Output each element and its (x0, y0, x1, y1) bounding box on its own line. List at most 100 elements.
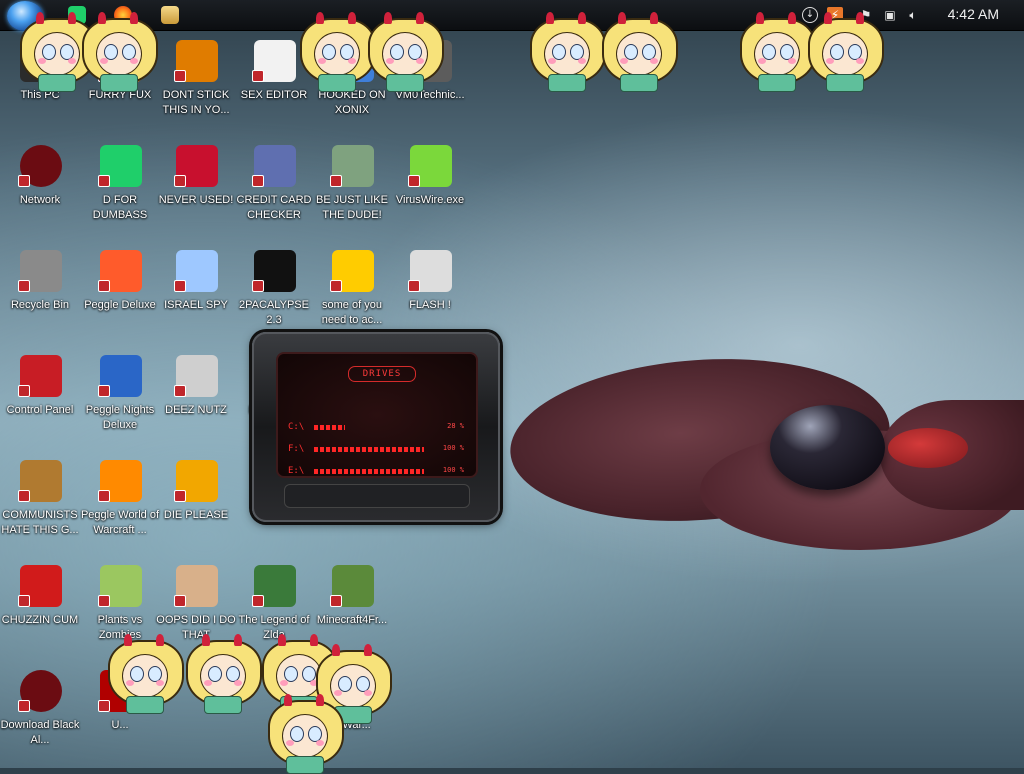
sticker-horn (156, 634, 164, 646)
file-explorer-icon[interactable] (161, 6, 179, 24)
sticker-dress (318, 74, 356, 92)
sticker-horn (98, 12, 106, 24)
sticker-cheek (334, 690, 342, 696)
sticker-horn (650, 12, 658, 24)
cartoon-sticker-icon (82, 12, 158, 92)
drive-letter: E:\ (288, 466, 305, 476)
desktop-icon[interactable]: VirusWire.exe (390, 145, 470, 245)
volume-icon[interactable]: 🔈︎ (905, 7, 921, 23)
shortcut-arrow-icon (330, 175, 342, 187)
desktop-icon[interactable]: DONT STICK THIS IN YO... (156, 40, 236, 140)
shortcut-arrow-icon (98, 385, 110, 397)
shortcut-arrow-icon (408, 280, 420, 292)
sticker-horn (310, 634, 318, 646)
sticker-cheek (788, 58, 796, 64)
desktop-icon-label: 2PACALYPSE 2.3 (239, 299, 309, 326)
cartoon-sticker-icon (740, 12, 816, 92)
sticker-cheek (156, 680, 164, 686)
sticker-cheek (318, 58, 326, 64)
desktop-icon-label: CHUZZIN CUM (1, 614, 79, 626)
desktop-icon-label: DEEZ NUTZ (165, 404, 227, 416)
sticker-cheek (286, 740, 294, 746)
desktop-icon[interactable]: CREDIT CARD CHECKER (234, 145, 314, 245)
shortcut-arrow-icon (18, 280, 30, 292)
shortcut-arrow-icon (18, 385, 30, 397)
sticker-cheek (386, 58, 394, 64)
sticker-horn (578, 12, 586, 24)
sticker-horn (546, 12, 554, 24)
desktop-icon[interactable]: CHUZZIN CUM (0, 565, 80, 665)
sticker-cheek (548, 58, 556, 64)
desktop-icon-label: Peggle World of Warcraft ... (80, 509, 160, 536)
sticker-horn (202, 634, 210, 646)
desktop-icon-label: SEX EDITOR (240, 89, 308, 101)
sticker-cheek (316, 740, 324, 746)
sticker-cheek (620, 58, 628, 64)
desktop-icon-label: HOOKED ON XONIX (318, 89, 386, 116)
desktop-icon[interactable]: DIE PLEASE (156, 460, 236, 560)
desktop-icon[interactable]: Download Black Al... (0, 670, 80, 770)
cartoon-sticker-icon (108, 634, 184, 714)
desktop-icon[interactable]: COMMUNISTS HATE THIS G... (0, 460, 80, 560)
desktop-icon-label: Plants vs Zombies (97, 614, 143, 641)
sticker-horn (756, 12, 764, 24)
sticker-horn (316, 694, 324, 706)
sticker-cheek (856, 58, 864, 64)
shortcut-arrow-icon (330, 280, 342, 292)
sticker-dress (126, 696, 164, 714)
sticker-horn (788, 12, 796, 24)
shortcut-arrow-icon (252, 175, 264, 187)
desktop-icon[interactable]: Recycle Bin (0, 250, 80, 350)
desktop-icon-label: FLASH ! (409, 299, 451, 311)
sticker-cheek (348, 58, 356, 64)
drive-usage-bar (314, 469, 424, 474)
desktop-icon-label: D FOR DUMBASS (92, 194, 148, 221)
network-icon[interactable]: ▣ (882, 7, 898, 23)
desktop-icon[interactable]: Control Panel (0, 355, 80, 455)
sticker-horn (234, 634, 242, 646)
sticker-dress (100, 74, 138, 92)
shortcut-arrow-icon (252, 280, 264, 292)
desktop-icon-label: DIE PLEASE (163, 509, 229, 521)
gadget-footer (284, 484, 470, 508)
desktop-icon[interactable]: ISRAEL SPY (156, 250, 236, 350)
desktop-icon[interactable]: Peggle World of Warcraft ... (80, 460, 160, 560)
desktop-icon-label: BE JUST LIKE THE DUDE! (316, 194, 388, 221)
sticker-dress (386, 74, 424, 92)
sticker-horn (416, 12, 424, 24)
wallpaper-red-petal (888, 428, 968, 468)
sticker-horn (364, 644, 372, 656)
sticker-cheek (100, 58, 108, 64)
shortcut-arrow-icon (174, 280, 186, 292)
shortcut-arrow-icon (330, 595, 342, 607)
drive-letter: C:\ (288, 422, 305, 432)
desktop-icon[interactable]: Peggle Deluxe (80, 250, 160, 350)
shortcut-arrow-icon (252, 595, 264, 607)
shortcut-arrow-icon (252, 70, 264, 82)
drive-row-c: C:\ 28 % (288, 422, 468, 434)
sticker-dress (826, 74, 864, 92)
desktop-icon[interactable]: DEEZ NUTZ (156, 355, 236, 455)
sticker-cheek (38, 58, 46, 64)
desktop-icon[interactable]: Network (0, 145, 80, 245)
sticker-horn (278, 634, 286, 646)
desktop-icon[interactable]: BE JUST LIKE THE DUDE! (312, 145, 392, 245)
drives-gadget[interactable]: DRIVES C:\ 28 % F:\ 100 % E:\ 100 % (252, 332, 500, 522)
sticker-cheek (364, 690, 372, 696)
sticker-horn (68, 12, 76, 24)
sticker-dress (548, 74, 586, 92)
desktop-icon-label: some of you need to ac... (321, 299, 383, 326)
shortcut-arrow-icon (18, 700, 30, 712)
sticker-cheek (578, 58, 586, 64)
drive-row-f: F:\ 100 % (288, 444, 468, 456)
shortcut-arrow-icon (174, 385, 186, 397)
desktop-icon[interactable]: NEVER USED! (156, 145, 236, 245)
desktop-icon-label: OOPS DID I DO THAT (156, 614, 236, 641)
desktop-icon[interactable]: Peggle Nights Deluxe (80, 355, 160, 455)
clock[interactable]: 4:42 AM (948, 6, 999, 22)
drive-row-e: E:\ 100 % (288, 466, 468, 478)
drive-percent: 100 % (442, 444, 464, 452)
desktop-icon[interactable]: D FOR DUMBASS (80, 145, 160, 245)
sticker-cheek (234, 680, 242, 686)
drive-usage-bar (314, 447, 424, 452)
